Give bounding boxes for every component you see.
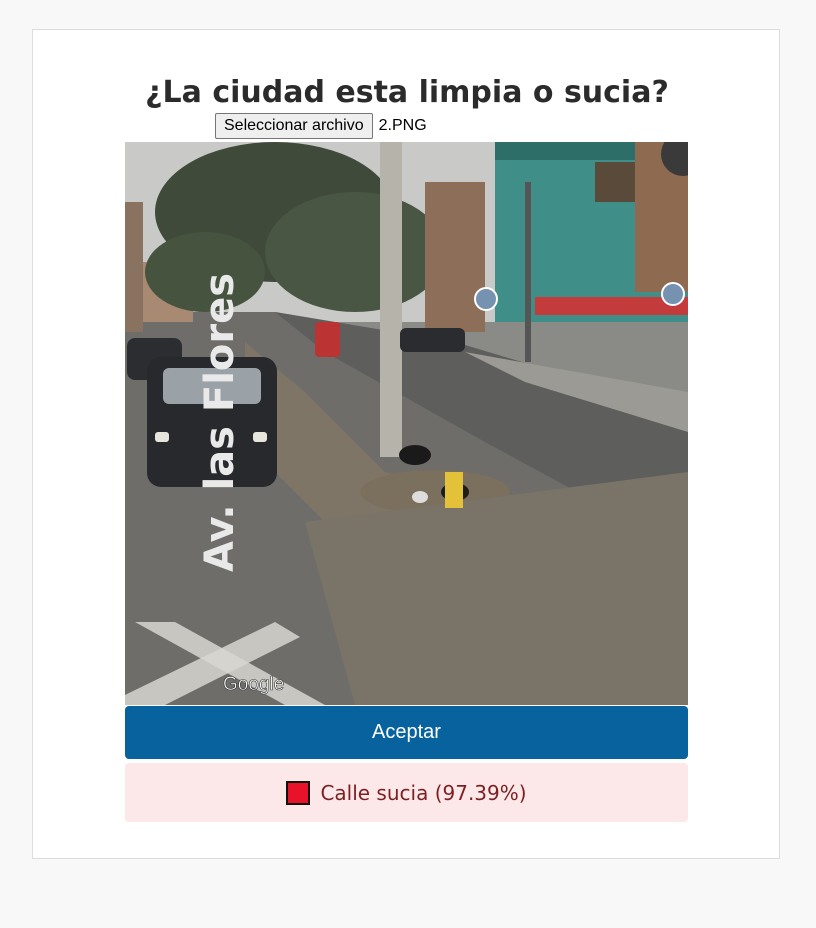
- choose-file-button[interactable]: Seleccionar archivo: [215, 113, 373, 139]
- selected-file-name: 2.PNG: [378, 117, 427, 134]
- page-title: ¿La ciudad esta limpia o sucia?: [145, 75, 669, 110]
- street-label: Av. las Flores: [197, 273, 243, 572]
- main-card: ¿La ciudad esta limpia o sucia? Seleccio…: [32, 29, 780, 859]
- google-watermark: Google: [223, 674, 284, 695]
- accept-button[interactable]: Aceptar: [125, 706, 688, 759]
- result-text: Calle sucia (97.39%): [320, 780, 527, 805]
- file-upload: Seleccionar archivo 2.PNG: [215, 113, 427, 139]
- svg-text:Av. las Flores: Av. las Flores: [197, 273, 243, 572]
- classification-result: Calle sucia (97.39%): [125, 763, 688, 822]
- uploaded-street-image: Av. las Flores Google: [125, 142, 688, 705]
- result-color-swatch: [286, 780, 311, 805]
